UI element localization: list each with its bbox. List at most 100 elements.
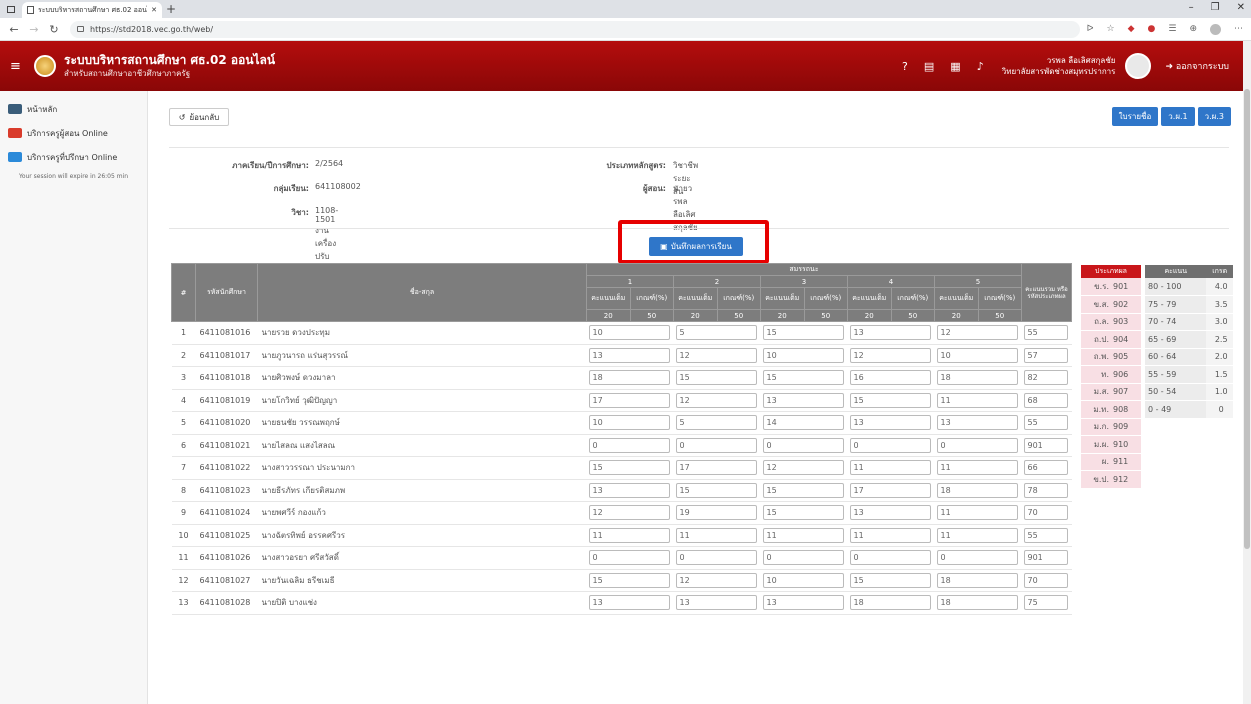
score-input[interactable]: 0	[936, 550, 1018, 566]
score-input[interactable]: 13	[849, 505, 931, 521]
extension-red-icon[interactable]: ●	[1148, 24, 1156, 34]
score-input[interactable]: 11	[675, 527, 757, 543]
score-input[interactable]: 11	[936, 392, 1018, 408]
score-input[interactable]: 12	[849, 347, 931, 363]
more-icon[interactable]: ⋯	[1234, 24, 1243, 34]
url-field[interactable]: https://std2018.vec.go.th/web/	[70, 20, 1080, 38]
total-input[interactable]: 57	[1023, 347, 1068, 363]
score-input[interactable]: 0	[762, 550, 844, 566]
score-input[interactable]: 0	[588, 437, 670, 453]
score-input[interactable]: 12	[936, 325, 1018, 341]
wp1-button[interactable]: ว.ผ.1	[1161, 107, 1195, 126]
total-input[interactable]: 66	[1023, 460, 1068, 476]
score-input[interactable]: 0	[762, 437, 844, 453]
calendar-icon[interactable]: ▦	[950, 60, 960, 73]
total-input[interactable]: 901	[1023, 437, 1068, 453]
total-input[interactable]: 55	[1023, 325, 1068, 341]
sidebar-item-teacher[interactable]: บริการครูผู้สอน Online	[0, 121, 147, 145]
minimize-icon[interactable]: –	[1189, 2, 1194, 13]
score-input[interactable]: 11	[849, 460, 931, 476]
total-input[interactable]: 70	[1023, 505, 1068, 521]
tab-actions-icon[interactable]	[0, 0, 22, 18]
score-input[interactable]: 17	[588, 392, 670, 408]
collections-icon[interactable]: ⊕	[1189, 24, 1197, 34]
avatar[interactable]	[1125, 53, 1152, 79]
back-button[interactable]: ↺ ย้อนกลับ	[169, 108, 229, 126]
score-input[interactable]: 15	[849, 392, 931, 408]
score-input[interactable]: 11	[849, 527, 931, 543]
score-input[interactable]: 11	[588, 527, 670, 543]
score-input[interactable]: 10	[762, 347, 844, 363]
score-input[interactable]: 5	[675, 415, 757, 431]
score-input[interactable]: 15	[762, 482, 844, 498]
score-input[interactable]: 17	[675, 460, 757, 476]
sidebar-item-advisor[interactable]: บริการครูที่ปรึกษา Online	[0, 145, 147, 169]
maximize-icon[interactable]: ❐	[1211, 2, 1220, 13]
score-input[interactable]: 10	[588, 325, 670, 341]
score-input[interactable]: 13	[849, 325, 931, 341]
total-input[interactable]: 68	[1023, 392, 1068, 408]
score-input[interactable]: 13	[588, 482, 670, 498]
close-window-icon[interactable]: ✕	[1237, 2, 1245, 13]
score-input[interactable]: 10	[762, 572, 844, 588]
favorite-icon[interactable]: ☆	[1107, 24, 1115, 34]
refresh-icon[interactable]: ↻	[44, 23, 64, 36]
score-input[interactable]: 13	[762, 595, 844, 611]
score-input[interactable]: 15	[675, 482, 757, 498]
score-input[interactable]: 12	[675, 392, 757, 408]
score-input[interactable]: 11	[936, 505, 1018, 521]
score-input[interactable]: 13	[849, 415, 931, 431]
browser-tab[interactable]: ระบบบริหารสถานศึกษา ศธ.02 ออนไ ✕	[22, 2, 162, 18]
bell-icon[interactable]: ♪	[977, 60, 984, 73]
score-input[interactable]: 19	[675, 505, 757, 521]
close-tab-icon[interactable]: ✕	[151, 6, 157, 14]
score-input[interactable]: 11	[936, 527, 1018, 543]
score-input[interactable]: 18	[936, 482, 1018, 498]
score-input[interactable]: 12	[762, 460, 844, 476]
new-tab-button[interactable]: +	[162, 2, 180, 18]
score-input[interactable]: 15	[588, 572, 670, 588]
menu-icon[interactable]: ≡	[10, 59, 26, 74]
score-input[interactable]: 11	[762, 527, 844, 543]
total-input[interactable]: 75	[1023, 595, 1068, 611]
total-input[interactable]: 55	[1023, 527, 1068, 543]
score-input[interactable]: 0	[849, 550, 931, 566]
back-icon[interactable]: ←	[4, 23, 24, 36]
score-input[interactable]: 15	[762, 505, 844, 521]
score-input[interactable]: 13	[936, 415, 1018, 431]
total-input[interactable]: 901	[1023, 550, 1068, 566]
profile-icon[interactable]	[1210, 23, 1221, 35]
total-input[interactable]: 78	[1023, 482, 1068, 498]
book-icon[interactable]: ▤	[924, 60, 934, 73]
score-input[interactable]: 11	[936, 460, 1018, 476]
total-input[interactable]: 82	[1023, 370, 1068, 386]
score-input[interactable]: 15	[675, 370, 757, 386]
score-input[interactable]: 5	[675, 325, 757, 341]
score-input[interactable]: 15	[762, 325, 844, 341]
help-icon[interactable]: ?	[902, 60, 908, 73]
score-input[interactable]: 13	[588, 595, 670, 611]
logout-button[interactable]: ➜ ออกจากระบบ	[1165, 59, 1229, 73]
score-input[interactable]: 13	[588, 347, 670, 363]
score-input[interactable]: 17	[849, 482, 931, 498]
score-input[interactable]: 13	[675, 595, 757, 611]
score-input[interactable]: 0	[675, 437, 757, 453]
total-input[interactable]: 55	[1023, 415, 1068, 431]
score-input[interactable]: 18	[936, 572, 1018, 588]
score-input[interactable]: 15	[588, 460, 670, 476]
score-input[interactable]: 14	[762, 415, 844, 431]
name-list-button[interactable]: ใบรายชื่อ	[1111, 107, 1159, 126]
favorites-icon[interactable]: ☰	[1168, 24, 1176, 34]
score-input[interactable]: 0	[936, 437, 1018, 453]
score-input[interactable]: 18	[936, 595, 1018, 611]
score-input[interactable]: 13	[762, 392, 844, 408]
score-input[interactable]: 12	[588, 505, 670, 521]
score-input[interactable]: 10	[588, 415, 670, 431]
score-input[interactable]: 10	[936, 347, 1018, 363]
read-aloud-icon[interactable]: ᐅ	[1087, 24, 1094, 34]
total-input[interactable]: 70	[1023, 572, 1068, 588]
wp3-button[interactable]: ว.ผ.3	[1197, 107, 1231, 126]
sidebar-item-home[interactable]: หน้าหลัก	[0, 97, 147, 121]
score-input[interactable]: 18	[936, 370, 1018, 386]
score-input[interactable]: 0	[588, 550, 670, 566]
